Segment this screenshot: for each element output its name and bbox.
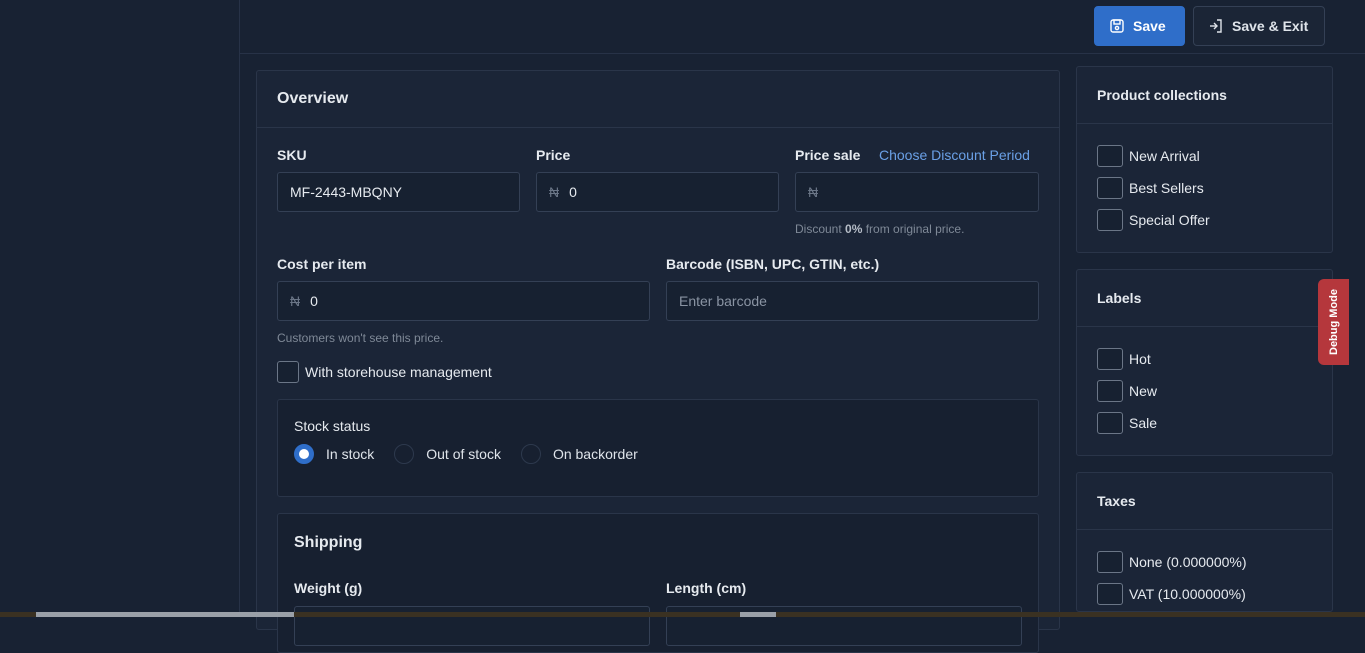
radio-label: In stock bbox=[326, 446, 375, 462]
radio-label: On backorder bbox=[552, 446, 638, 462]
length-label: Length (cm) bbox=[666, 580, 747, 596]
taxes-title: Taxes bbox=[1077, 473, 1332, 530]
storehouse-checkbox-row[interactable]: With storehouse management bbox=[277, 361, 492, 383]
sku-label: SKU bbox=[277, 147, 307, 163]
product-collections-card: Product collections New Arrival Best Sel… bbox=[1076, 66, 1333, 253]
collection-label: Best Sellers bbox=[1129, 180, 1204, 196]
cost-hint: Customers won't see this price. bbox=[277, 331, 444, 345]
scrollbar-segment bbox=[36, 612, 294, 617]
collection-item[interactable]: Best Sellers bbox=[1097, 172, 1312, 204]
label-item[interactable]: New bbox=[1097, 375, 1312, 407]
storehouse-checkbox[interactable] bbox=[277, 361, 299, 383]
radio-button[interactable] bbox=[520, 444, 541, 464]
label-item[interactable]: Hot bbox=[1097, 343, 1312, 375]
price-sale-label: Price sale bbox=[795, 147, 861, 163]
sku-value: MF-2443-MBQNY bbox=[290, 184, 403, 200]
naira-icon: ₦ bbox=[808, 184, 819, 200]
overview-title: Overview bbox=[257, 71, 1059, 128]
label-name: Sale bbox=[1129, 415, 1158, 431]
radio-button[interactable] bbox=[294, 444, 314, 464]
save-button-label: Save bbox=[1133, 18, 1166, 34]
cost-label: Cost per item bbox=[277, 256, 367, 272]
exit-icon bbox=[1210, 19, 1222, 33]
taxes-card: Taxes None (0.000000%) VAT (10.000000%) bbox=[1076, 472, 1333, 612]
stock-status-panel: Stock status In stock Out of stock On ba… bbox=[277, 399, 1039, 497]
discount-hint-prefix: Discount bbox=[795, 222, 846, 236]
collection-item[interactable]: New Arrival bbox=[1097, 140, 1312, 172]
left-sidebar bbox=[0, 0, 240, 617]
checkbox[interactable] bbox=[1097, 348, 1123, 370]
checkbox[interactable] bbox=[1097, 380, 1123, 402]
discount-hint-suffix: from original price. bbox=[862, 222, 965, 236]
barcode-label: Barcode (ISBN, UPC, GTIN, etc.) bbox=[666, 256, 880, 272]
checkbox[interactable] bbox=[1097, 209, 1123, 231]
label-item[interactable]: Sale bbox=[1097, 407, 1312, 439]
tax-item[interactable]: VAT (10.000000%) bbox=[1097, 578, 1312, 610]
tax-item[interactable]: None (0.000000%) bbox=[1097, 546, 1312, 578]
tax-label: None (0.000000%) bbox=[1129, 554, 1247, 570]
checkbox[interactable] bbox=[1097, 145, 1123, 167]
overview-card: Overview SKU MF-2443-MBQNY Price ₦ 0 Pri… bbox=[256, 70, 1060, 653]
price-value: 0 bbox=[569, 184, 577, 200]
barcode-placeholder: Enter barcode bbox=[679, 293, 767, 309]
radio-out-of-stock[interactable]: Out of stock bbox=[394, 444, 501, 464]
stock-status-label: Stock status bbox=[294, 418, 371, 434]
shipping-title: Shipping bbox=[294, 534, 363, 551]
shipping-panel: Shipping Weight (g) Length (cm) bbox=[277, 513, 1039, 653]
cost-value: 0 bbox=[310, 293, 318, 309]
weight-label: Weight (g) bbox=[294, 580, 363, 596]
price-label: Price bbox=[536, 147, 571, 163]
cost-input[interactable]: ₦ 0 bbox=[277, 281, 650, 321]
labels-card: Labels Hot New Sale bbox=[1076, 269, 1333, 456]
checkbox[interactable] bbox=[1097, 551, 1123, 573]
checkbox[interactable] bbox=[1097, 177, 1123, 199]
horizontal-scrollbar[interactable] bbox=[0, 612, 1365, 617]
save-exit-button[interactable]: Save & Exit bbox=[1193, 6, 1325, 46]
checkbox[interactable] bbox=[1097, 583, 1123, 605]
label-name: New bbox=[1129, 383, 1158, 399]
floppy-disk-icon bbox=[1110, 19, 1124, 33]
checkbox[interactable] bbox=[1097, 412, 1123, 434]
discount-hint: Discount 0% from original price. bbox=[795, 222, 964, 236]
save-exit-button-label: Save & Exit bbox=[1232, 18, 1309, 34]
product-collections-title: Product collections bbox=[1077, 67, 1332, 124]
top-toolbar: Save Save & Exit bbox=[240, 0, 1365, 54]
stock-status-options: In stock Out of stock On backorder bbox=[294, 444, 658, 464]
debug-mode-tab[interactable]: Debug Mode bbox=[1318, 279, 1349, 365]
labels-title: Labels bbox=[1077, 270, 1332, 327]
label-name: Hot bbox=[1129, 351, 1151, 367]
discount-percent: 0% bbox=[845, 222, 863, 236]
naira-icon: ₦ bbox=[290, 293, 301, 309]
naira-icon: ₦ bbox=[549, 184, 560, 200]
scrollbar-thumb[interactable] bbox=[740, 612, 776, 617]
price-input[interactable]: ₦ 0 bbox=[536, 172, 779, 212]
storehouse-label: With storehouse management bbox=[305, 364, 492, 380]
save-button[interactable]: Save bbox=[1094, 6, 1185, 46]
tax-label: VAT (10.000000%) bbox=[1129, 586, 1246, 602]
sku-input[interactable]: MF-2443-MBQNY bbox=[277, 172, 520, 212]
collection-item[interactable]: Special Offer bbox=[1097, 204, 1312, 236]
choose-discount-period-link[interactable]: Choose Discount Period bbox=[879, 147, 1030, 163]
radio-on-backorder[interactable]: On backorder bbox=[520, 444, 638, 464]
debug-mode-label: Debug Mode bbox=[1327, 289, 1340, 355]
collection-label: Special Offer bbox=[1129, 212, 1210, 228]
collection-label: New Arrival bbox=[1129, 148, 1200, 164]
radio-label: Out of stock bbox=[426, 446, 501, 462]
radio-in-stock[interactable]: In stock bbox=[294, 444, 374, 464]
radio-button[interactable] bbox=[394, 444, 415, 464]
price-sale-input[interactable]: ₦ bbox=[795, 172, 1039, 212]
barcode-input[interactable]: Enter barcode bbox=[666, 281, 1039, 321]
